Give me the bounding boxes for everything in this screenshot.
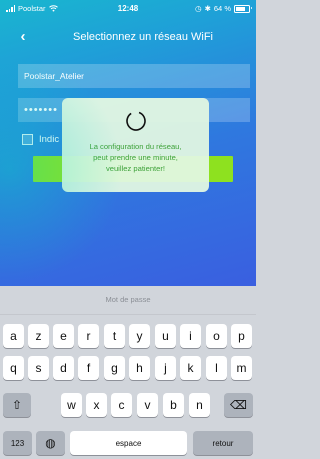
key-f[interactable]: f bbox=[78, 356, 99, 380]
key-u[interactable]: u bbox=[155, 324, 176, 348]
loading-message-line1: La configuration du réseau, bbox=[89, 142, 182, 151]
globe-icon[interactable]: ◍ bbox=[36, 431, 65, 455]
loading-message-line2: peut prendre une minute, bbox=[93, 153, 178, 162]
key-p[interactable]: p bbox=[231, 324, 252, 348]
status-right-area: ◷ ✱ 64 % bbox=[195, 4, 252, 13]
key-s[interactable]: s bbox=[28, 356, 49, 380]
key-n[interactable]: n bbox=[189, 393, 210, 417]
key-q[interactable]: q bbox=[3, 356, 24, 380]
battery-icon bbox=[234, 4, 252, 13]
password-value: ••••••• bbox=[24, 104, 58, 116]
key-t[interactable]: t bbox=[104, 324, 125, 348]
key-l[interactable]: l bbox=[206, 356, 227, 380]
shift-icon[interactable]: ⇧ bbox=[3, 393, 31, 417]
key-g[interactable]: g bbox=[104, 356, 125, 380]
navigation-bar: ‹ Selectionnez un réseau WiFi bbox=[0, 20, 256, 50]
key-r[interactable]: r bbox=[78, 324, 99, 348]
key-a[interactable]: a bbox=[3, 324, 24, 348]
key-d[interactable]: d bbox=[53, 356, 74, 380]
backspace-icon[interactable]: ⌫ bbox=[224, 393, 253, 417]
key-x[interactable]: x bbox=[86, 393, 107, 417]
key-k[interactable]: k bbox=[180, 356, 201, 380]
ssid-field[interactable]: Poolstar_Atelier bbox=[18, 64, 250, 88]
loading-spinner-icon bbox=[125, 110, 147, 132]
key-c[interactable]: c bbox=[111, 393, 132, 417]
key-e[interactable]: e bbox=[53, 324, 74, 348]
loading-message-line3: veuillez patienter! bbox=[105, 164, 166, 173]
key-h[interactable]: h bbox=[129, 356, 150, 380]
loading-modal: La configuration du réseau, peut prendre… bbox=[62, 98, 209, 192]
ssid-value: Poolstar_Atelier bbox=[24, 71, 85, 81]
chevron-left-icon[interactable]: ‹ bbox=[14, 27, 32, 45]
keyboard-hint: Mot de passe bbox=[0, 286, 256, 315]
key-v[interactable]: v bbox=[137, 393, 158, 417]
bluetooth-icon: ✱ bbox=[204, 4, 211, 13]
status-bar: Poolstar 12:48 ◷ ✱ 64 % bbox=[0, 0, 256, 18]
key-y[interactable]: y bbox=[129, 324, 150, 348]
loading-message: La configuration du réseau, peut prendre… bbox=[83, 141, 187, 174]
key-o[interactable]: o bbox=[206, 324, 227, 348]
key-i[interactable]: i bbox=[180, 324, 201, 348]
key-m[interactable]: m bbox=[231, 356, 252, 380]
key-z[interactable]: z bbox=[28, 324, 49, 348]
wifi-setup-screen: Poolstar 12:48 ◷ ✱ 64 % ‹ Selectionnez u… bbox=[0, 0, 256, 286]
keyboard: Mot de passe a z e r t y u i o p q s d f… bbox=[0, 286, 256, 459]
space-key[interactable]: espace bbox=[70, 431, 187, 455]
numbers-key[interactable]: 123 bbox=[3, 431, 32, 455]
show-password-row[interactable]: Indic bbox=[22, 134, 59, 145]
alarm-icon: ◷ bbox=[195, 4, 202, 13]
key-w[interactable]: w bbox=[61, 393, 82, 417]
return-key[interactable]: retour bbox=[193, 431, 253, 455]
key-j[interactable]: j bbox=[155, 356, 176, 380]
page-title: Selectionnez un réseau WiFi bbox=[72, 31, 213, 43]
battery-percent: 64 % bbox=[213, 4, 231, 13]
key-b[interactable]: b bbox=[163, 393, 184, 417]
checkbox[interactable] bbox=[22, 134, 33, 145]
checkbox-label: Indic bbox=[39, 134, 60, 145]
